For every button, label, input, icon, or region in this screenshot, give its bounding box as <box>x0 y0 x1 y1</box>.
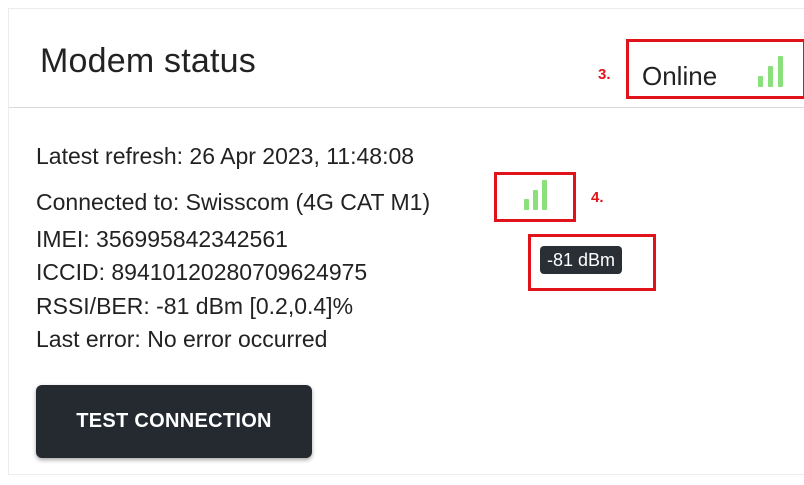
connection-signal-icon[interactable] <box>524 180 552 210</box>
rssi-ber-text: RSSI/BER: -81 dBm [0.2,0.4]% <box>36 293 354 319</box>
status-label: Online <box>642 61 718 91</box>
connected-to-text: Connected to: Swisscom (4G CAT M1) <box>36 189 431 215</box>
signal-tooltip: -81 dBm <box>540 246 623 274</box>
card-title: Modem status <box>40 42 256 80</box>
last-error-text: Last error: No error occurred <box>36 326 328 352</box>
test-connection-button[interactable]: TEST CONNECTION <box>36 385 312 458</box>
signal-bars-icon <box>758 56 788 87</box>
annotation-marker-3: 3. <box>598 66 611 83</box>
iccid-text: ICCID: 89410120280709624975 <box>36 259 368 285</box>
imei-text: IMEI: 356995842342561 <box>36 226 288 252</box>
annotation-marker-4: 4. <box>591 189 604 206</box>
latest-refresh-text: Latest refresh: 26 Apr 2023, 11:48:08 <box>36 143 415 169</box>
